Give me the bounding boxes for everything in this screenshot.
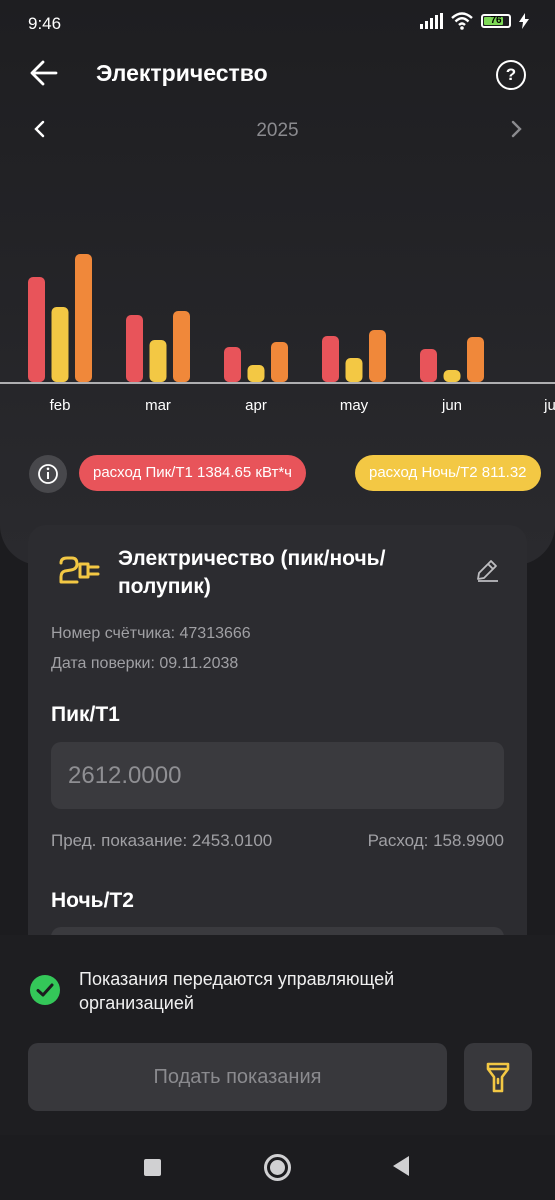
t1-title: Пик/Т1 <box>51 703 120 726</box>
wifi-icon <box>451 12 473 30</box>
check-circle-icon <box>30 975 60 1005</box>
t1-usage: Расход: 158.9900 <box>367 831 504 850</box>
bottom-sheet: Показания передаются управляющей организ… <box>0 935 555 1135</box>
t1-previous-reading: Пред. показание: 2453.0100 <box>51 831 273 850</box>
legend-chip-peak[interactable]: расход Пик/Т1 1384.65 кВт*ч <box>79 455 306 491</box>
transmission-status: Показания передаются управляющей организ… <box>79 969 395 1013</box>
home-icon[interactable] <box>264 1154 291 1181</box>
year-label: 2025 <box>256 120 299 141</box>
bar-feb-series-2[interactable] <box>75 254 92 382</box>
x-tick-label: jun <box>441 397 462 414</box>
battery-level: 76 <box>490 15 502 26</box>
bar-mar-series-0[interactable] <box>126 315 143 382</box>
bar-apr-series-1[interactable] <box>247 365 265 382</box>
t1-reading-input[interactable] <box>51 742 504 809</box>
recents-icon[interactable] <box>144 1159 161 1176</box>
chevron-right-icon[interactable] <box>508 118 524 140</box>
x-tick-label: ju <box>543 397 555 414</box>
x-tick-label: may <box>340 397 369 414</box>
bar-jun-series-1[interactable] <box>443 370 461 382</box>
info-icon[interactable] <box>29 455 67 493</box>
bar-apr-series-2[interactable] <box>271 342 288 382</box>
system-nav-bar <box>0 1135 555 1200</box>
consumption-chart[interactable]: feb mar apr may jun ju <box>0 230 555 430</box>
bar-mar-series-1[interactable] <box>149 340 167 382</box>
meter-title: Электричество (пик/ночь/полупик) <box>118 547 386 598</box>
page-title: Электричество <box>96 60 268 86</box>
bar-jun-series-0[interactable] <box>420 349 437 382</box>
bar-feb-series-0[interactable] <box>28 277 45 382</box>
electric-plug-icon <box>59 556 100 584</box>
x-tick-label: feb <box>50 397 71 414</box>
back-arrow-icon[interactable] <box>28 58 62 88</box>
bar-may-series-2[interactable] <box>369 330 386 382</box>
bar-feb-series-1[interactable] <box>51 307 69 382</box>
bar-may-series-0[interactable] <box>322 336 339 382</box>
status-icons: 76 <box>420 12 529 30</box>
x-tick-label: apr <box>245 397 267 414</box>
pencil-icon[interactable] <box>474 557 500 583</box>
flashlight-icon[interactable] <box>464 1043 532 1111</box>
meter-number: Номер счётчика: 47313666 <box>51 625 251 642</box>
back-icon[interactable] <box>392 1155 410 1177</box>
submit-readings-button[interactable]: Подать показания <box>28 1043 447 1111</box>
bar-apr-series-0[interactable] <box>224 347 241 382</box>
battery-icon: 76 <box>481 14 511 28</box>
t2-title: Ночь/Т2 <box>51 889 134 912</box>
legend-chip-night[interactable]: расход Ночь/Т2 811.32 <box>355 455 541 491</box>
bar-mar-series-2[interactable] <box>173 311 190 382</box>
charging-icon <box>519 13 529 29</box>
status-time: 9:46 <box>28 14 62 33</box>
signal-icon <box>420 13 443 29</box>
meter-card: Электричество (пик/ночь/полупик) Номер с… <box>28 525 527 955</box>
verification-date: Дата поверки: 09.11.2038 <box>51 655 239 672</box>
bar-jun-series-2[interactable] <box>467 337 484 382</box>
bar-may-series-1[interactable] <box>345 358 363 382</box>
help-button[interactable]: ? <box>496 60 526 90</box>
x-tick-label: mar <box>145 397 171 414</box>
